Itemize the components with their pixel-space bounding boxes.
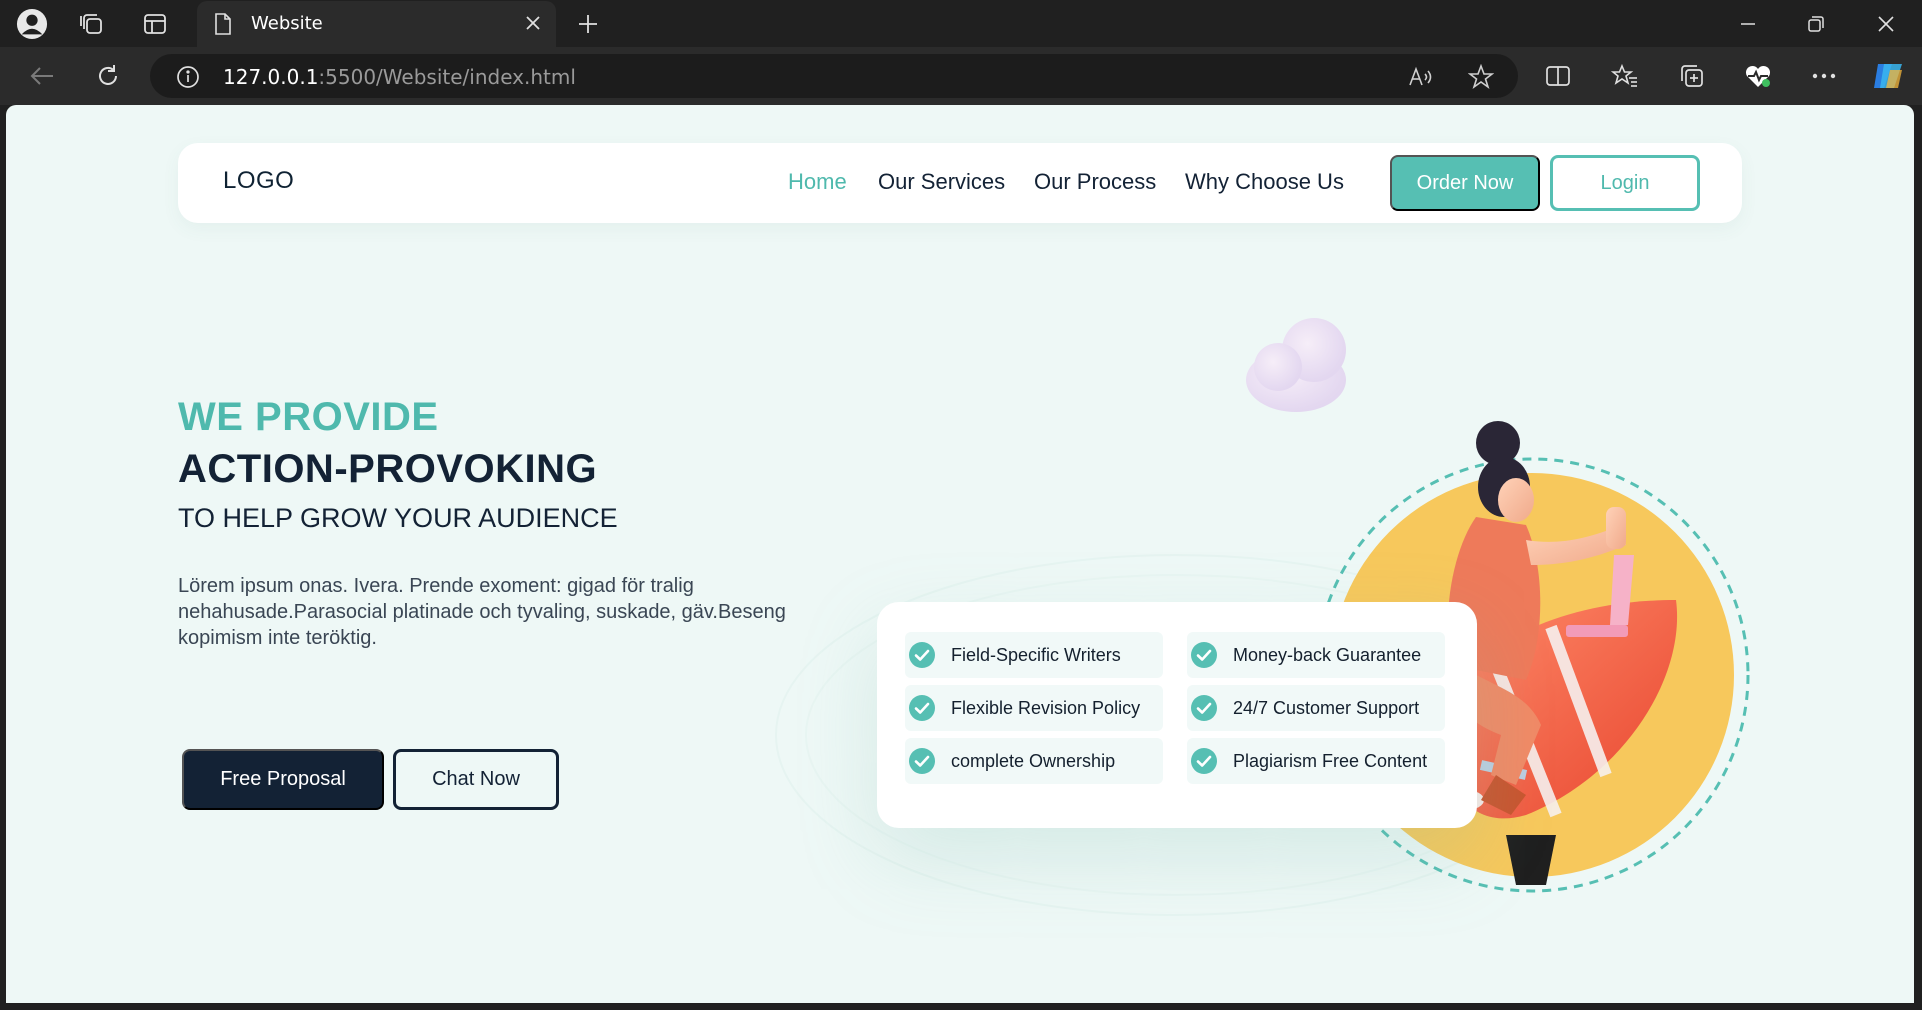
feature-item: Flexible Revision Policy bbox=[905, 685, 1163, 731]
feature-label: complete Ownership bbox=[951, 750, 1116, 771]
feature-item: Plagiarism Free Content bbox=[1187, 738, 1445, 784]
url-path: :5500/Website/index.html bbox=[318, 65, 576, 89]
check-circle-icon bbox=[1191, 642, 1217, 668]
restore-icon[interactable] bbox=[1792, 6, 1840, 42]
page-icon bbox=[213, 12, 233, 40]
read-aloud-icon[interactable] bbox=[1408, 65, 1434, 93]
feature-label: Field-Specific Writers bbox=[951, 644, 1121, 665]
hero-title: ACTION-PROVOKING bbox=[178, 447, 598, 491]
feature-label: Plagiarism Free Content bbox=[1233, 750, 1428, 771]
split-screen-icon[interactable] bbox=[1538, 59, 1578, 93]
nav-link-why-choose-us[interactable]: Why Choose Us bbox=[1185, 169, 1344, 195]
tab-actions-icon[interactable] bbox=[139, 8, 171, 40]
url-text[interactable]: 127.0.0.1:5500/Website/index.html bbox=[223, 65, 576, 89]
url-host: 127.0.0.1 bbox=[223, 65, 319, 89]
chat-now-button[interactable]: Chat Now bbox=[393, 749, 559, 810]
nav-link-our-services[interactable]: Our Services bbox=[878, 169, 1005, 195]
tab-title: Website bbox=[251, 13, 323, 34]
browser-essentials-icon[interactable] bbox=[1738, 59, 1778, 93]
feature-item: 24/7 Customer Support bbox=[1187, 685, 1445, 731]
feature-label: Money-back Guarantee bbox=[1233, 644, 1422, 665]
browser-toolbar: 127.0.0.1:5500/Website/index.html bbox=[0, 47, 1922, 105]
feature-label: 24/7 Customer Support bbox=[1233, 697, 1420, 718]
feature-label: Flexible Revision Policy bbox=[951, 697, 1141, 718]
check-circle-icon bbox=[909, 695, 935, 721]
hero-paragraph: Lörem ipsum onas. Ivera. Prende exoment:… bbox=[178, 575, 786, 649]
features-card: Field-Specific Writers Money-back Guaran… bbox=[877, 602, 1477, 828]
site-logo[interactable]: LOGO bbox=[223, 167, 294, 195]
more-options-icon[interactable] bbox=[1804, 59, 1844, 93]
minimize-icon[interactable] bbox=[1724, 6, 1772, 42]
browser-tab-bar: Website bbox=[0, 0, 1922, 47]
check-circle-icon bbox=[909, 642, 935, 668]
check-circle-icon bbox=[909, 748, 935, 774]
collections-icon[interactable] bbox=[1672, 59, 1712, 93]
hero-kicker: WE PROVIDE bbox=[178, 395, 439, 439]
hero-subtitle: TO HELP GROW YOUR AUDIENCE bbox=[178, 503, 618, 533]
login-button[interactable]: Login bbox=[1550, 155, 1700, 211]
site-navbar: LOGO Home Our Services Our Process Why C… bbox=[178, 143, 1742, 223]
browser-tab[interactable]: Website bbox=[197, 1, 556, 47]
page-viewport: LOGO Home Our Services Our Process Why C… bbox=[6, 105, 1914, 1003]
refresh-icon[interactable] bbox=[88, 59, 128, 93]
feature-item: Field-Specific Writers bbox=[905, 632, 1163, 678]
feature-item: Money-back Guarantee bbox=[1187, 632, 1445, 678]
workspaces-icon[interactable] bbox=[76, 8, 108, 40]
favorite-star-icon[interactable] bbox=[1467, 63, 1495, 94]
profile-icon[interactable] bbox=[16, 8, 48, 40]
cloud-shape bbox=[1246, 318, 1346, 412]
close-window-icon[interactable] bbox=[1862, 6, 1910, 42]
address-bar[interactable]: 127.0.0.1:5500/Website/index.html bbox=[150, 54, 1518, 98]
back-icon[interactable] bbox=[22, 59, 62, 93]
nav-link-home[interactable]: Home bbox=[788, 169, 847, 195]
nav-link-our-process[interactable]: Our Process bbox=[1034, 169, 1156, 195]
free-proposal-button[interactable]: Free Proposal bbox=[182, 749, 384, 810]
check-circle-icon bbox=[1191, 695, 1217, 721]
feature-item: complete Ownership bbox=[905, 738, 1163, 784]
new-tab-icon[interactable] bbox=[572, 8, 604, 40]
site-info-icon[interactable] bbox=[176, 65, 200, 93]
copilot-icon[interactable] bbox=[1868, 59, 1908, 93]
check-circle-icon bbox=[1191, 748, 1217, 774]
favorites-icon[interactable] bbox=[1605, 59, 1645, 93]
close-tab-icon[interactable] bbox=[523, 13, 543, 37]
order-now-button[interactable]: Order Now bbox=[1390, 155, 1540, 211]
